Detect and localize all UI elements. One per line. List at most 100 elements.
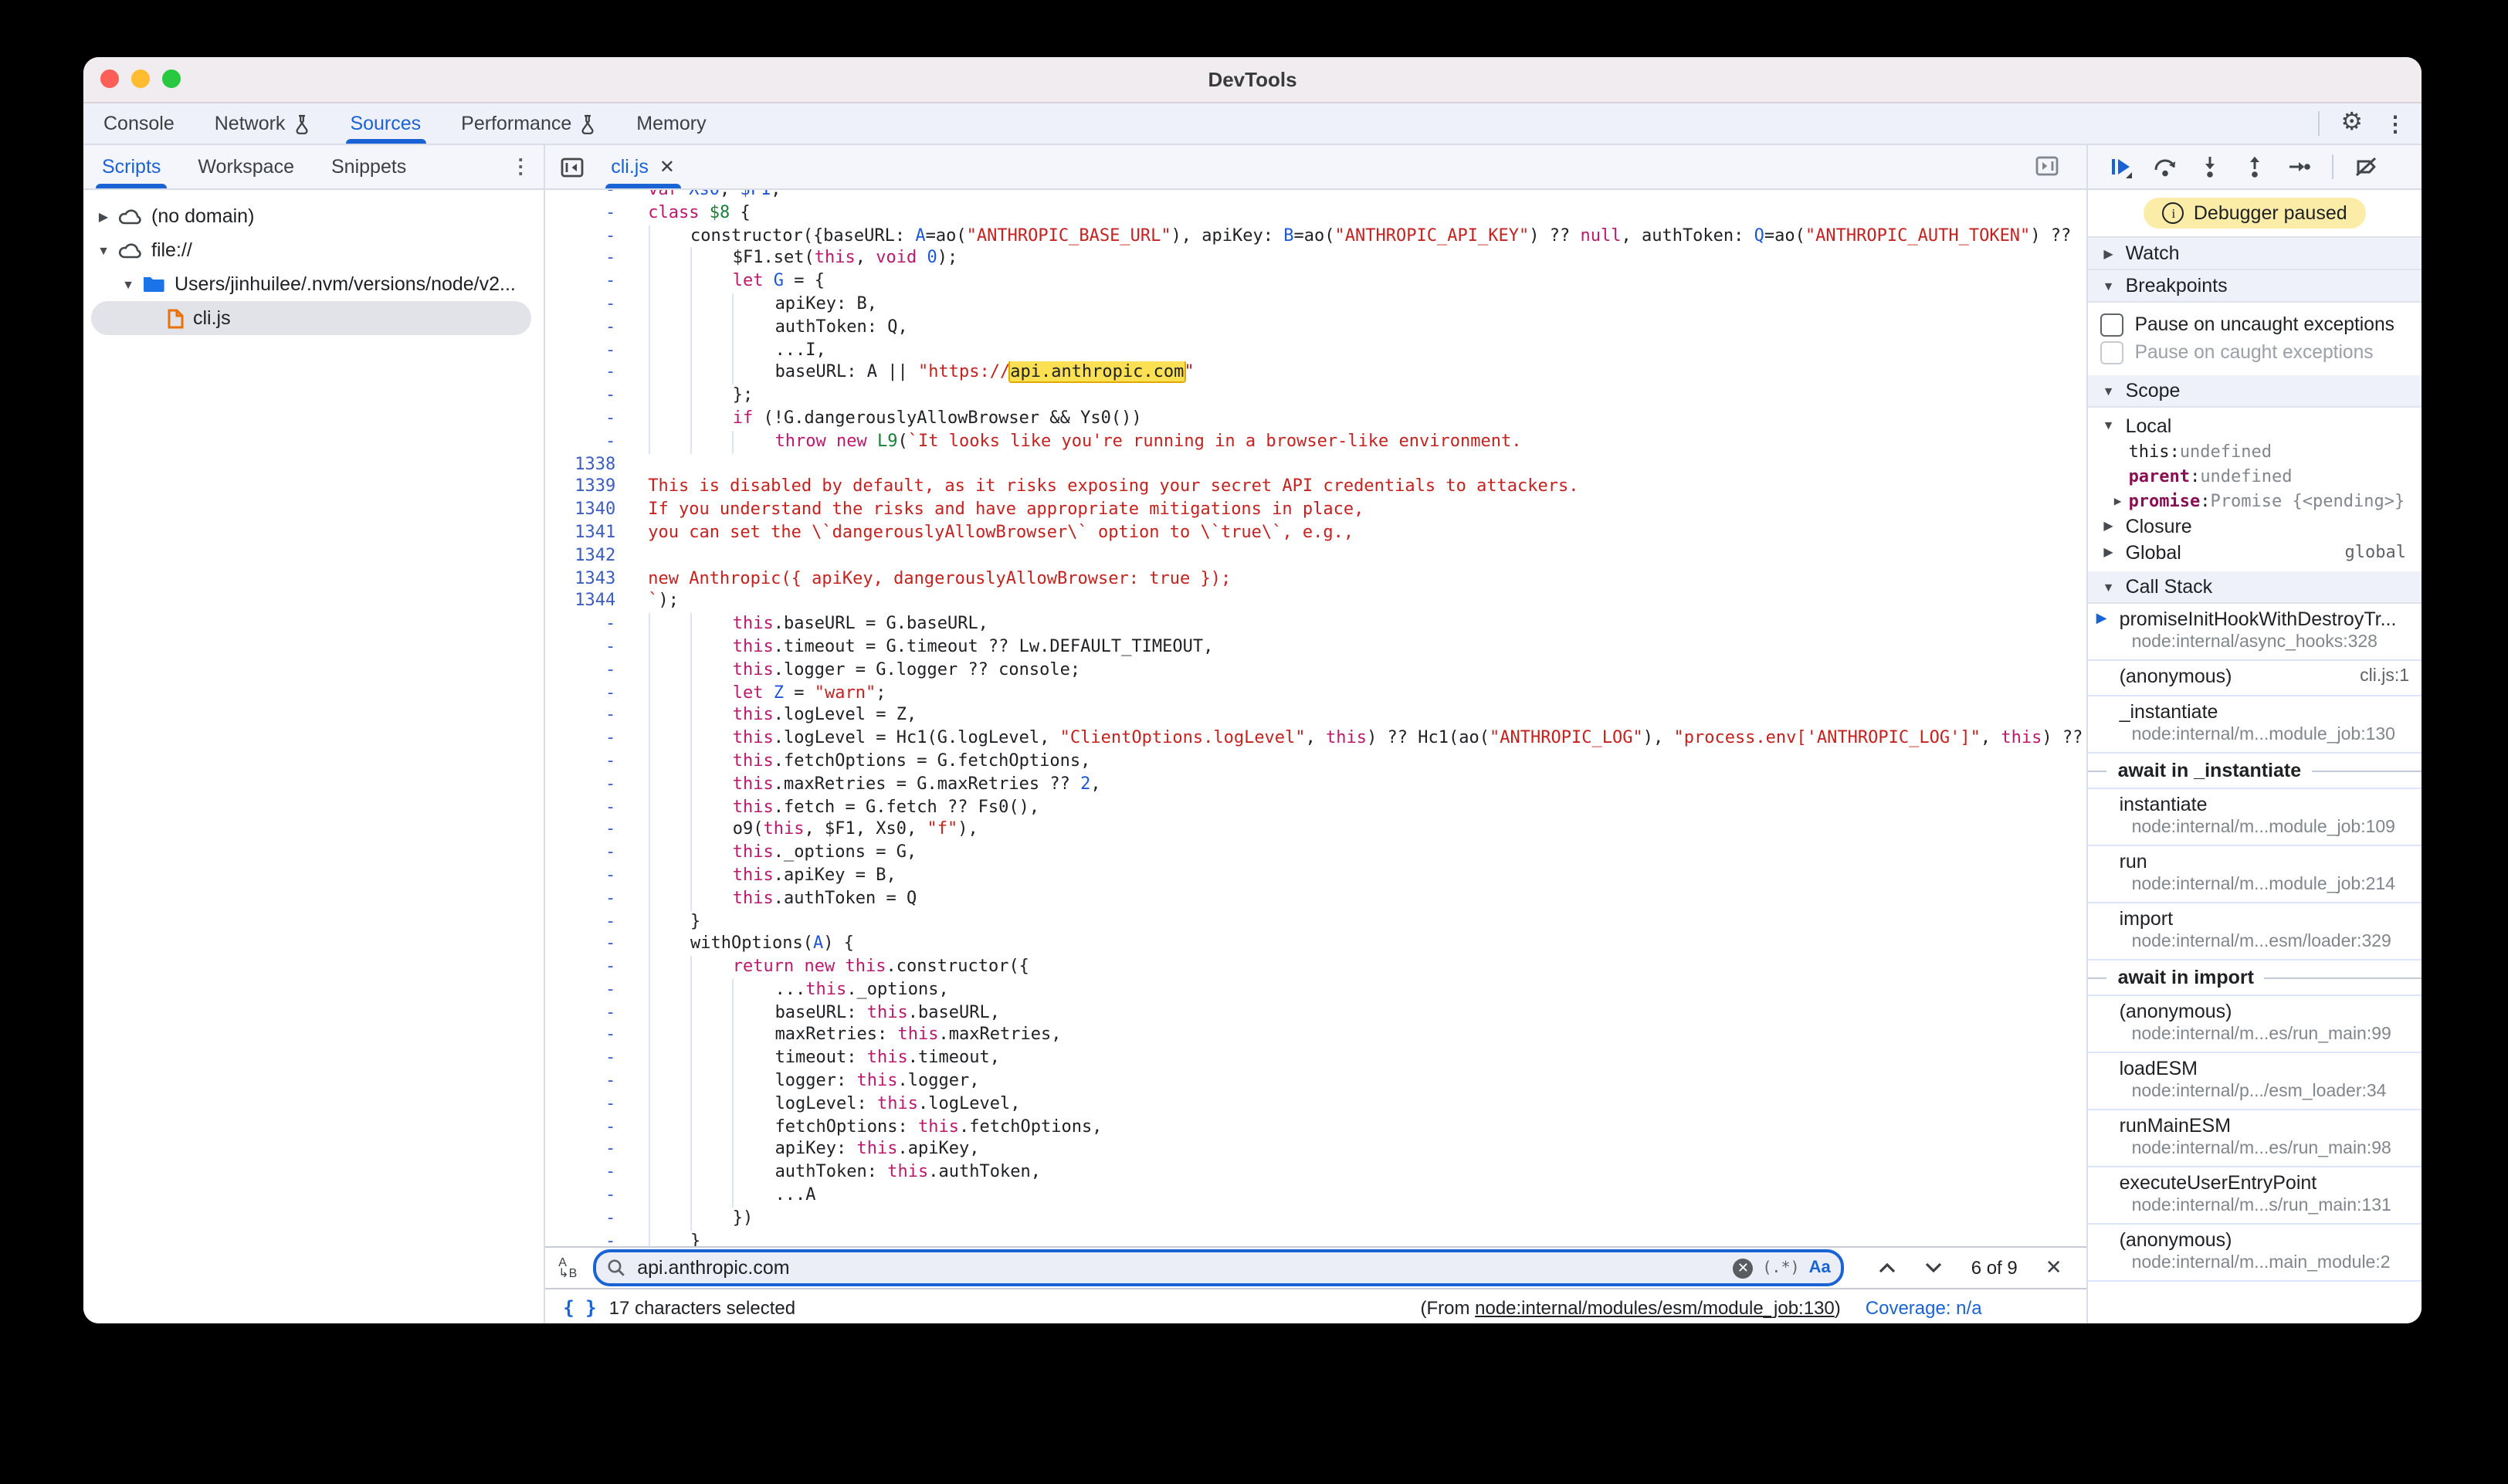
code-line[interactable]: 1339This is disabled by default, as it r… bbox=[544, 476, 2086, 500]
tab-memory[interactable]: Memory bbox=[616, 103, 726, 144]
line-gutter[interactable]: - bbox=[544, 1139, 629, 1162]
code-line[interactable]: -this._options = G, bbox=[544, 842, 2086, 865]
line-gutter[interactable]: - bbox=[544, 1230, 629, 1246]
code-line[interactable]: -timeout: this.timeout, bbox=[544, 1048, 2086, 1071]
close-window-button[interactable] bbox=[100, 69, 119, 88]
tab-workspace[interactable]: Workspace bbox=[179, 145, 313, 188]
line-gutter[interactable]: - bbox=[544, 705, 629, 728]
code-line[interactable]: -this.maxRetries = G.maxRetries ?? 2, bbox=[544, 773, 2086, 796]
code-line[interactable]: -maxRetries: this.maxRetries, bbox=[544, 1025, 2086, 1048]
line-gutter[interactable]: - bbox=[544, 270, 629, 293]
code-line[interactable]: -...A bbox=[544, 1184, 2086, 1208]
pretty-print-icon[interactable]: { } bbox=[563, 1297, 596, 1319]
code-line[interactable]: -throw new L9(`It looks like you're runn… bbox=[544, 431, 2086, 454]
section-scope[interactable]: ▼Scope bbox=[2089, 375, 2422, 408]
clear-search-icon[interactable]: ✕ bbox=[1733, 1258, 1753, 1278]
module-link[interactable]: node:internal/modules/esm/module_job:130 bbox=[1475, 1297, 1835, 1319]
code-line[interactable]: -...this._options, bbox=[544, 979, 2086, 1002]
code-line[interactable]: -} bbox=[544, 1230, 2086, 1246]
close-search-icon[interactable]: ✕ bbox=[2045, 1255, 2062, 1280]
line-gutter[interactable]: - bbox=[544, 682, 629, 705]
line-gutter[interactable]: 1341 bbox=[544, 522, 629, 545]
code-line[interactable]: -this.baseURL = G.baseURL, bbox=[544, 613, 2086, 636]
scope-group-closure[interactable]: ▶Closure bbox=[2089, 513, 2422, 539]
line-gutter[interactable]: - bbox=[544, 636, 629, 659]
code-line[interactable]: 1338 bbox=[544, 453, 2086, 476]
code-line[interactable]: -let Z = "warn"; bbox=[544, 682, 2086, 705]
code-line[interactable]: -}; bbox=[544, 385, 2086, 408]
frame-location[interactable]: node:internal/m...s/run_main:131 bbox=[2120, 1195, 2409, 1217]
replace-toggle-icon[interactable]: A↳B bbox=[557, 1255, 580, 1280]
line-gutter[interactable]: - bbox=[544, 887, 629, 910]
code-line[interactable]: -let G = { bbox=[544, 270, 2086, 293]
line-gutter[interactable]: - bbox=[544, 613, 629, 636]
frame-location[interactable]: cli.js:1 bbox=[2360, 666, 2409, 689]
line-gutter[interactable]: - bbox=[544, 1116, 629, 1139]
tree-item-users-jinhuilee-nvm-versions-node-v2-[interactable]: ▼Users/jinhuilee/.nvm/versions/node/v2..… bbox=[83, 267, 543, 301]
code-line[interactable]: -this.logLevel = Z, bbox=[544, 705, 2086, 728]
frame-location[interactable]: node:internal/m...module_job:130 bbox=[2120, 724, 2409, 746]
resume-script-button[interactable] bbox=[2109, 154, 2133, 179]
tab-performance[interactable]: Performance bbox=[441, 103, 616, 144]
call-stack-frame[interactable]: instantiatenode:internal/m...module_job:… bbox=[2089, 789, 2422, 846]
code-line[interactable]: -this.logger = G.logger ?? console; bbox=[544, 659, 2086, 682]
code-line[interactable]: -this.fetchOptions = G.fetchOptions, bbox=[544, 750, 2086, 774]
code-line[interactable]: -this.fetch = G.fetch ?? Fs0(), bbox=[544, 796, 2086, 819]
code-line[interactable]: -logger: this.logger, bbox=[544, 1070, 2086, 1093]
match-case-toggle-icon[interactable]: Aa bbox=[1809, 1259, 1831, 1277]
code-line[interactable]: -class $8 { bbox=[544, 202, 2086, 225]
frame-location[interactable]: node:internal/m...module_job:109 bbox=[2120, 817, 2409, 839]
zoom-window-button[interactable] bbox=[162, 69, 181, 88]
line-gutter[interactable]: - bbox=[544, 1001, 629, 1025]
line-gutter[interactable]: 1343 bbox=[544, 568, 629, 591]
tab-network[interactable]: Network bbox=[195, 103, 330, 144]
minimize-window-button[interactable] bbox=[131, 69, 150, 88]
line-gutter[interactable]: - bbox=[544, 225, 629, 248]
line-gutter[interactable]: - bbox=[544, 659, 629, 682]
call-stack-frame[interactable]: (anonymous)cli.js:1 bbox=[2089, 661, 2422, 696]
collapse-navigator-icon[interactable] bbox=[560, 157, 583, 177]
scope-group-global[interactable]: ▶Globalglobal bbox=[2089, 539, 2422, 565]
line-gutter[interactable]: - bbox=[544, 956, 629, 979]
line-gutter[interactable]: - bbox=[544, 933, 629, 957]
code-line[interactable]: -this.logLevel = Hc1(G.logLevel, "Client… bbox=[544, 727, 2086, 750]
frame-location[interactable]: node:internal/p.../esm_loader:34 bbox=[2120, 1081, 2409, 1103]
line-gutter[interactable]: 1340 bbox=[544, 499, 629, 522]
frame-location[interactable]: node:internal/m...es/run_main:99 bbox=[2120, 1024, 2409, 1045]
code-line[interactable]: -this.authToken = Q bbox=[544, 887, 2086, 910]
tab-console[interactable]: Console bbox=[83, 103, 195, 144]
line-gutter[interactable]: - bbox=[544, 819, 629, 842]
scope-property[interactable]: this: undefined bbox=[2089, 439, 2422, 463]
line-gutter[interactable]: - bbox=[544, 190, 629, 202]
line-gutter[interactable]: - bbox=[544, 842, 629, 865]
line-gutter[interactable]: - bbox=[544, 750, 629, 774]
code-line[interactable]: -this.apiKey = B, bbox=[544, 865, 2086, 888]
code-line[interactable]: 1340If you understand the risks and have… bbox=[544, 499, 2086, 522]
tab-scripts[interactable]: Scripts bbox=[83, 145, 179, 188]
call-stack-frame[interactable]: (anonymous)node:internal/m...es/run_main… bbox=[2089, 996, 2422, 1053]
section-call-stack[interactable]: ▼Call Stack bbox=[2089, 571, 2422, 604]
code-line[interactable]: -if (!G.dangerouslyAllowBrowser && Ys0()… bbox=[544, 408, 2086, 431]
code-line[interactable]: -...I, bbox=[544, 339, 2086, 362]
previous-match-chevron-icon[interactable] bbox=[1879, 1262, 1897, 1274]
call-stack-frame[interactable]: _instantiatenode:internal/m...module_job… bbox=[2089, 696, 2422, 754]
line-gutter[interactable]: - bbox=[544, 1070, 629, 1093]
line-gutter[interactable]: - bbox=[544, 293, 629, 317]
code-line[interactable]: -baseURL: A || "https://api.anthropic.co… bbox=[544, 362, 2086, 385]
code-line[interactable]: -baseURL: this.baseURL, bbox=[544, 1001, 2086, 1025]
step-into-button[interactable] bbox=[2198, 154, 2223, 179]
code-line[interactable]: 1344`); bbox=[544, 591, 2086, 614]
code-line[interactable]: -this.timeout = G.timeout ?? Lw.DEFAULT_… bbox=[544, 636, 2086, 659]
code-line[interactable]: -withOptions(A) { bbox=[544, 933, 2086, 957]
call-stack-frame[interactable]: runnode:internal/m...module_job:214 bbox=[2089, 846, 2422, 903]
code-line[interactable]: -constructor({baseURL: A=ao("ANTHROPIC_B… bbox=[544, 225, 2086, 248]
line-gutter[interactable]: - bbox=[544, 1184, 629, 1208]
frame-location[interactable]: node:internal/m...es/run_main:98 bbox=[2120, 1138, 2409, 1160]
scope-property[interactable]: parent: undefined bbox=[2089, 463, 2422, 488]
pause-uncaught-checkbox-row[interactable]: Pause on uncaught exceptions bbox=[2101, 310, 2422, 338]
code-line[interactable]: -apiKey: this.apiKey, bbox=[544, 1139, 2086, 1162]
call-stack-frame[interactable]: ▶promiseInitHookWithDestroyTr...node:int… bbox=[2089, 604, 2422, 661]
line-gutter[interactable]: - bbox=[544, 408, 629, 431]
coverage-link[interactable]: Coverage: n/a bbox=[1866, 1297, 1982, 1319]
line-gutter[interactable]: - bbox=[544, 317, 629, 340]
